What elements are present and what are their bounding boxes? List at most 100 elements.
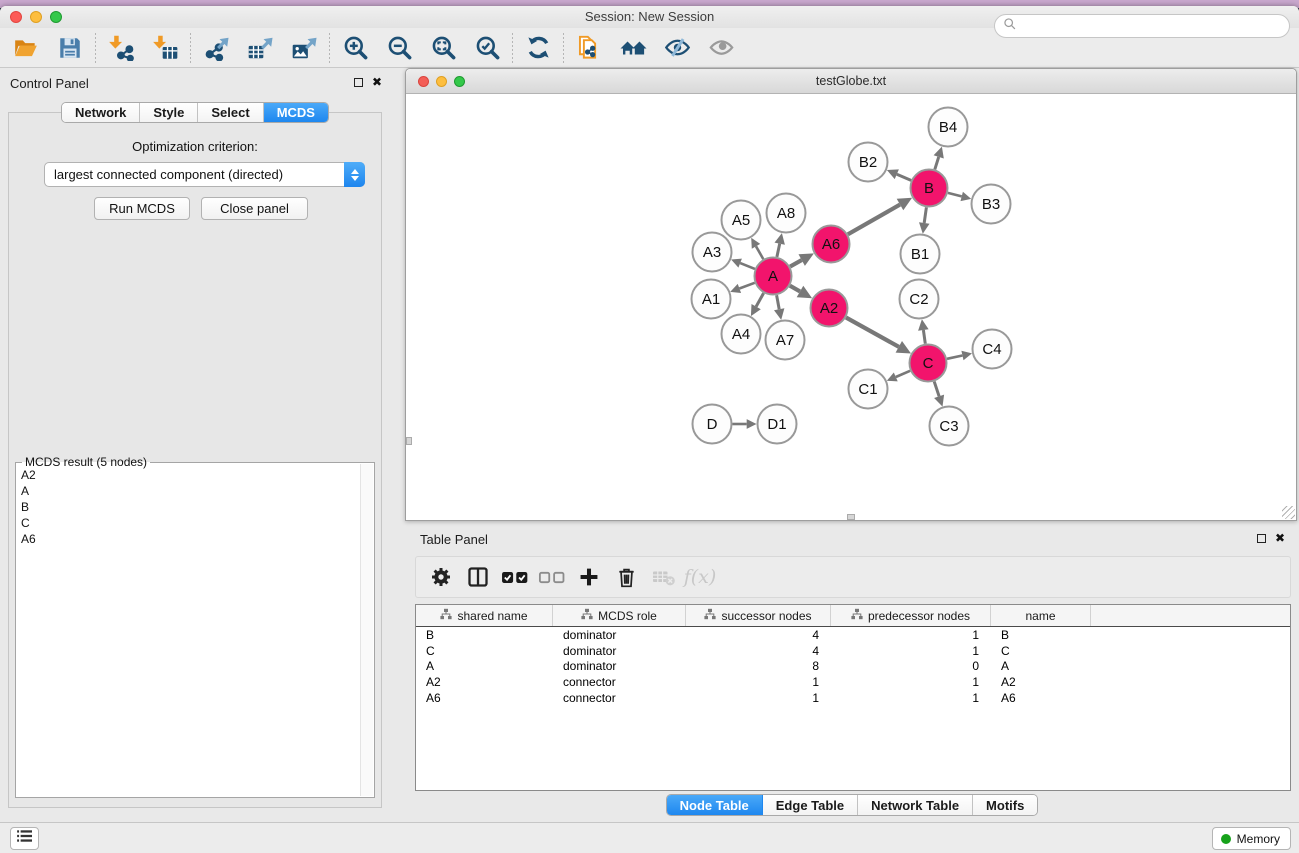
graph-node-C1[interactable]: C1	[849, 370, 888, 409]
network-canvas[interactable]: AA1A2A3A4A5A6A7A8BB1B2B3B4CC1C2C3C4DD1	[406, 94, 1296, 520]
column-header[interactable]: predecessor nodes	[831, 605, 991, 626]
tab-network-table[interactable]: Network Table	[858, 795, 973, 815]
open-icon[interactable]	[4, 32, 48, 64]
graph-node-C2[interactable]: C2	[900, 280, 939, 319]
graph-node-A1[interactable]: A1	[692, 280, 731, 319]
table-cell[interactable]: A6	[416, 691, 553, 705]
zoom-in-icon[interactable]	[333, 32, 377, 64]
tab-mcds[interactable]: MCDS	[264, 103, 328, 122]
delete-icon[interactable]	[611, 562, 641, 592]
table-cell[interactable]: A6	[991, 691, 1091, 705]
table-cell[interactable]: dominator	[553, 628, 686, 642]
zoom-out-icon[interactable]	[377, 32, 421, 64]
table-cell[interactable]: 1	[831, 628, 991, 642]
home-icon[interactable]	[611, 32, 655, 64]
table-cell[interactable]: A	[991, 659, 1091, 673]
table-cell[interactable]: 1	[831, 691, 991, 705]
mcds-result-item[interactable]: A6	[19, 531, 358, 547]
tab-node-table[interactable]: Node Table	[667, 795, 763, 815]
graph-node-B2[interactable]: B2	[849, 143, 888, 182]
zoom-selected-icon[interactable]	[465, 32, 509, 64]
graph-node-A[interactable]: A	[755, 258, 792, 295]
import-table-icon[interactable]	[143, 32, 187, 64]
table-cell[interactable]: 8	[686, 659, 831, 673]
table-cell[interactable]: 4	[686, 644, 831, 658]
table-cell[interactable]: 1	[686, 691, 831, 705]
columns-icon[interactable]	[463, 562, 493, 592]
table-row[interactable]: A6connector11A6	[416, 690, 1290, 706]
graph-node-D1[interactable]: D1	[758, 405, 797, 444]
refresh-icon[interactable]	[516, 32, 560, 64]
select-all-icon[interactable]	[500, 562, 530, 592]
search-field[interactable]	[994, 14, 1290, 38]
table-cell[interactable]: connector	[553, 691, 686, 705]
mcds-result-item[interactable]: C	[19, 515, 358, 531]
float-panel-icon[interactable]	[354, 78, 363, 87]
tab-network[interactable]: Network	[62, 103, 140, 122]
table-cell[interactable]: C	[416, 644, 553, 658]
save-icon[interactable]	[48, 32, 92, 64]
mcds-result-item[interactable]: A2	[19, 467, 358, 483]
graph-node-A6[interactable]: A6	[813, 226, 850, 263]
table-cell[interactable]: A2	[416, 675, 553, 689]
column-header[interactable]: successor nodes	[686, 605, 831, 626]
export-network-icon[interactable]	[194, 32, 238, 64]
column-header[interactable]: shared name	[416, 605, 553, 626]
close-table-panel-icon[interactable]: ✖	[1275, 533, 1285, 543]
import-network-icon[interactable]	[99, 32, 143, 64]
run-mcds-button[interactable]: Run MCDS	[94, 197, 190, 220]
close-panel-icon[interactable]: ✖	[372, 77, 382, 87]
show-hide-view-icon[interactable]	[699, 32, 743, 64]
table-row[interactable]: Adominator80A	[416, 659, 1290, 675]
table-row[interactable]: Cdominator41C	[416, 643, 1290, 659]
mcds-result-item[interactable]: B	[19, 499, 358, 515]
table-cell[interactable]: 1	[686, 675, 831, 689]
table-cell[interactable]: B	[991, 628, 1091, 642]
result-scrollbar[interactable]	[360, 464, 373, 796]
graph-node-C4[interactable]: C4	[973, 330, 1012, 369]
toggle-graphics-details-icon[interactable]	[655, 32, 699, 64]
table-cell[interactable]: C	[991, 644, 1091, 658]
table-row[interactable]: A2connector11A2	[416, 674, 1290, 690]
table-cell[interactable]: 0	[831, 659, 991, 673]
graph-node-A3[interactable]: A3	[693, 233, 732, 272]
graph-node-D[interactable]: D	[693, 405, 732, 444]
bottom-scroll-thumb[interactable]	[847, 514, 855, 520]
graph-node-B1[interactable]: B1	[901, 235, 940, 274]
graph-node-B[interactable]: B	[911, 170, 948, 207]
table-cell[interactable]: dominator	[553, 659, 686, 673]
close-panel-button[interactable]: Close panel	[201, 197, 308, 220]
export-table-icon[interactable]	[238, 32, 282, 64]
tab-select[interactable]: Select	[198, 103, 263, 122]
table-cell[interactable]: dominator	[553, 644, 686, 658]
table-cell[interactable]: 1	[831, 675, 991, 689]
table-cell[interactable]: A	[416, 659, 553, 673]
mcds-result-item[interactable]: A	[19, 483, 358, 499]
open-network-file-icon[interactable]	[567, 32, 611, 64]
graph-node-C3[interactable]: C3	[930, 407, 969, 446]
task-history-button[interactable]	[10, 827, 39, 850]
table-cell[interactable]: A2	[991, 675, 1091, 689]
memory-button[interactable]: Memory	[1212, 827, 1291, 850]
zoom-fit-icon[interactable]	[421, 32, 465, 64]
column-header[interactable]: name	[991, 605, 1091, 626]
graph-node-A4[interactable]: A4	[722, 315, 761, 354]
tab-style[interactable]: Style	[140, 103, 198, 122]
table-cell[interactable]: B	[416, 628, 553, 642]
criterion-dropdown[interactable]: largest connected component (directed)	[44, 162, 365, 187]
column-header[interactable]: MCDS role	[553, 605, 686, 626]
left-scroll-thumb[interactable]	[406, 437, 412, 445]
search-input[interactable]	[1017, 17, 1289, 35]
table-cell[interactable]: connector	[553, 675, 686, 689]
deselect-all-icon[interactable]	[537, 562, 567, 592]
graph-node-A7[interactable]: A7	[766, 321, 805, 360]
table-row[interactable]: Bdominator41B	[416, 627, 1290, 643]
tab-edge-table[interactable]: Edge Table	[763, 795, 858, 815]
tab-motifs[interactable]: Motifs	[973, 795, 1037, 815]
graph-node-A2[interactable]: A2	[811, 290, 848, 327]
graph-node-A5[interactable]: A5	[722, 201, 761, 240]
float-table-panel-icon[interactable]	[1257, 534, 1266, 543]
network-frame-titlebar[interactable]: testGlobe.txt	[406, 69, 1296, 94]
graph-node-B4[interactable]: B4	[929, 108, 968, 147]
add-icon[interactable]	[574, 562, 604, 592]
